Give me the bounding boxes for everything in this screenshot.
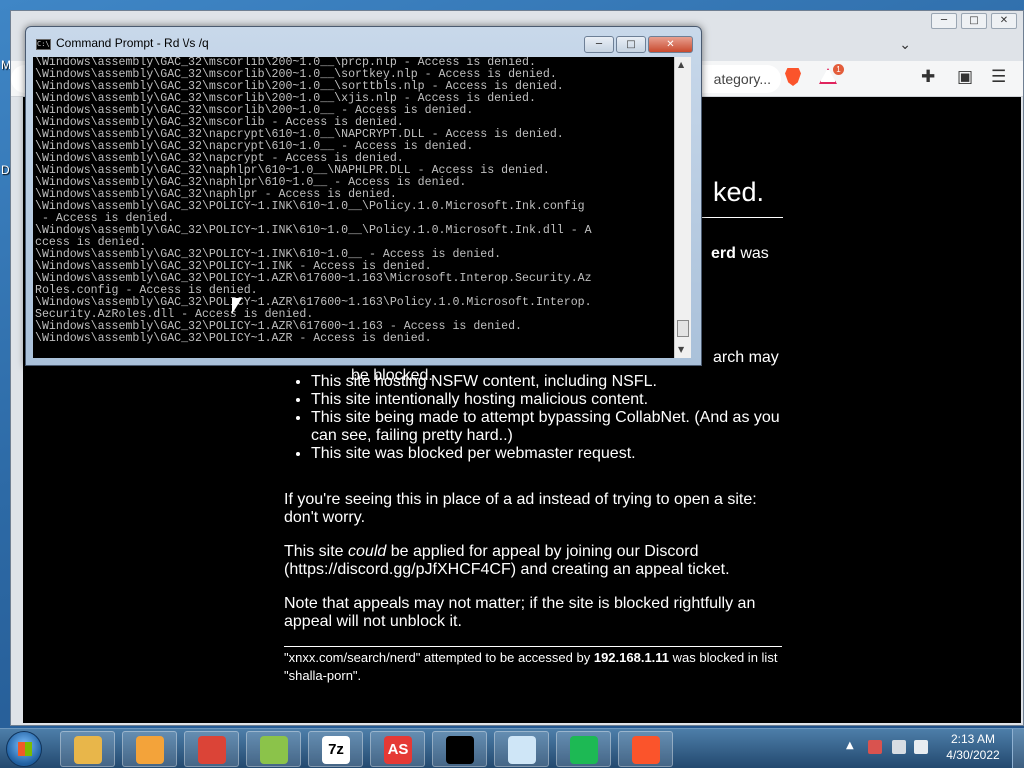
- console-text: \Windows\assembly\GAC_32\mscorlib\200~1.…: [35, 57, 674, 345]
- taskbar-app-button[interactable]: [556, 731, 611, 767]
- rewards-badge: 1: [833, 64, 844, 75]
- appeal-em: could: [348, 543, 387, 560]
- cmd-window-controls: ─ □ ✕: [584, 36, 693, 53]
- ad-notice: If you're seeing this in place of a ad i…: [284, 491, 757, 526]
- 7z-icon: 7z: [322, 736, 350, 764]
- windows-logo-icon: [18, 742, 32, 756]
- minimize-button[interactable]: ─: [931, 13, 957, 29]
- blocked-partial-line: erd was: [711, 245, 769, 263]
- network-icon[interactable]: [892, 740, 906, 754]
- list-item: This site was blocked per webmaster requ…: [311, 445, 801, 463]
- clock-date: 4/30/2022: [946, 748, 1000, 762]
- taskbar-app-button[interactable]: [618, 731, 673, 767]
- client-ip: 192.168.1.11: [593, 650, 670, 665]
- blocked-page-title: ked.: [713, 177, 765, 207]
- wallet-icon[interactable]: ▣: [957, 67, 973, 87]
- footer-pre: "xnxx.com/search/nerd" attempted to be a…: [284, 650, 594, 665]
- notepadpp-icon: [260, 736, 288, 764]
- taskbar-app-button[interactable]: 7z: [308, 731, 363, 767]
- appeal-notice: This site could be applied for appeal by…: [284, 543, 784, 579]
- volume-icon[interactable]: [914, 740, 928, 754]
- taskbar-app-button[interactable]: [432, 731, 487, 767]
- scroll-up-icon[interactable]: ▲: [678, 60, 684, 69]
- maximize-button[interactable]: □: [616, 36, 646, 53]
- tray-expand-icon[interactable]: ▲: [846, 740, 854, 751]
- browser-window-controls: ─ □ ✕: [931, 13, 1017, 29]
- blocked-partial-line-2: arch may: [713, 349, 779, 366]
- blocked-partial-suffix: was: [735, 245, 769, 262]
- list-item: This site hosting NSFW content, includin…: [311, 373, 801, 391]
- audio-icon: [570, 736, 598, 764]
- scroll-thumb[interactable]: [677, 320, 689, 337]
- taskbar-app-button[interactable]: [246, 731, 301, 767]
- blocked-partial-bold: erd: [711, 245, 736, 262]
- taskbar-app-button[interactable]: [122, 731, 177, 767]
- brave-shields-icon[interactable]: [785, 68, 801, 86]
- cmd-window-title: Command Prompt - Rd \/s /q: [56, 36, 209, 50]
- list-item: This site being made to attempt bypassin…: [311, 409, 801, 445]
- brave-icon: [632, 736, 660, 764]
- list-item: This site intentionally hosting maliciou…: [311, 391, 801, 409]
- scroll-down-icon[interactable]: ▼: [678, 345, 684, 354]
- taskbar-app-button[interactable]: AS: [370, 731, 425, 767]
- show-desktop-button[interactable]: [1012, 729, 1024, 768]
- clock[interactable]: 2:13 AM 4/30/2022: [938, 731, 1008, 763]
- taskbar-app-button[interactable]: [494, 731, 549, 767]
- taskbar-app-button[interactable]: [184, 731, 239, 767]
- mouse-cursor-icon: [232, 298, 242, 314]
- cmd-icon: C:\: [36, 39, 51, 50]
- maximize-button[interactable]: □: [961, 13, 987, 29]
- appeal-pre: This site: [284, 543, 349, 560]
- command-prompt-window: C:\ Command Prompt - Rd \/s /q ─ □ ✕ \Wi…: [25, 26, 702, 366]
- notepad-icon: [508, 736, 536, 764]
- divider: [284, 646, 782, 647]
- block-reasons-list: This site hosting NSFW content, includin…: [311, 373, 801, 463]
- media-player-icon: [136, 736, 164, 764]
- console-line: \Windows\assembly\GAC_32\POLICY~1.AZR - …: [35, 332, 432, 345]
- clock-time: 2:13 AM: [950, 732, 996, 746]
- scrollbar[interactable]: ▲ ▼: [674, 57, 691, 358]
- console-output[interactable]: \Windows\assembly\GAC_32\mscorlib\200~1.…: [33, 57, 674, 358]
- cmd-icon: [446, 736, 474, 764]
- folder-icon: [74, 736, 102, 764]
- start-button[interactable]: [6, 731, 42, 767]
- action-center-icon[interactable]: [868, 740, 882, 754]
- block-footer: "xnxx.com/search/nerd" attempted to be a…: [284, 649, 782, 685]
- close-button[interactable]: ✕: [991, 13, 1017, 29]
- as-icon: AS: [384, 736, 412, 764]
- chrome-icon: [198, 736, 226, 764]
- desktop-icon-label[interactable]: D: [1, 163, 10, 177]
- minimize-button[interactable]: ─: [584, 36, 614, 53]
- address-text: ategory...: [713, 71, 771, 87]
- taskbar-app-button[interactable]: [60, 731, 115, 767]
- appeal-note: Note that appeals may not matter; if the…: [284, 595, 756, 630]
- tab-search-chevron-icon[interactable]: ⌄: [899, 37, 911, 53]
- close-button[interactable]: ✕: [648, 36, 693, 53]
- puzzle-icon[interactable]: ✚: [921, 67, 935, 87]
- menu-icon[interactable]: ☰: [991, 67, 1006, 87]
